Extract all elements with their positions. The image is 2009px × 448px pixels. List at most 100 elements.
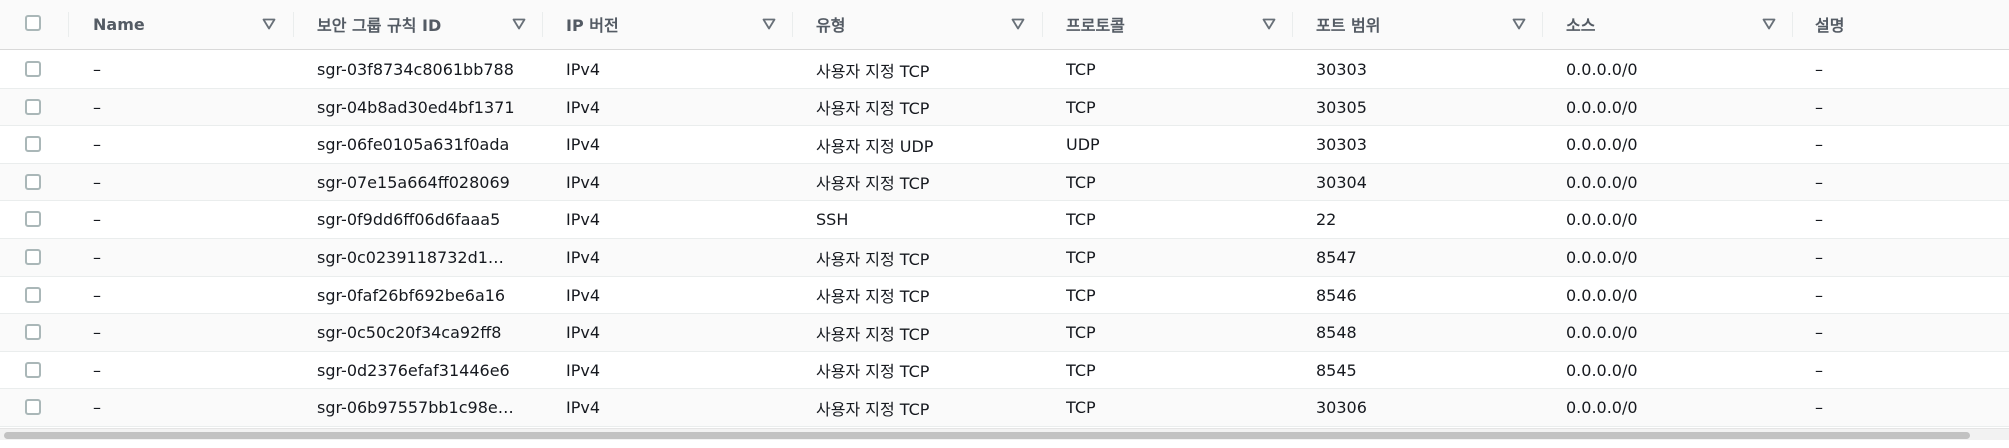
cell-rule-id: sgr-06b97557bb1c98e…: [317, 398, 514, 418]
column-divider[interactable]: [792, 12, 793, 37]
sort-caret-down-icon[interactable]: [262, 18, 276, 30]
cell-ip-version: IPv4: [566, 135, 601, 155]
column-header-label: 설명: [1815, 16, 1845, 35]
cell-source: 0.0.0.0/0: [1566, 210, 1638, 230]
cell-rule-id: sgr-03f8734c8061bb788: [317, 60, 514, 79]
table-row[interactable]: – sgr-06fe0105a631f0ada IPv4 사용자 지정 UDP UDP 3…: [0, 126, 2009, 164]
cell-type: 사용자 지정 TCP: [816, 61, 930, 81]
row-select-checkbox[interactable]: [25, 361, 41, 378]
cell-name: –: [93, 285, 101, 305]
table-row[interactable]: – sgr-06b97557bb1c98e… IPv4 사용자 지정 TCP TCP 30…: [0, 389, 2009, 427]
row-select-checkbox[interactable]: [25, 324, 41, 341]
column-header-source[interactable]: 소스: [1566, 0, 1595, 48]
column-header-port-range[interactable]: 포트 범위: [1316, 0, 1380, 48]
cell-name: –: [93, 398, 101, 418]
column-header-label: 포트 범위: [1316, 16, 1381, 35]
column-header-protocol[interactable]: 프로토콜: [1066, 0, 1125, 48]
column-header-ip-version[interactable]: IP 버전: [566, 0, 619, 48]
column-divider[interactable]: [1792, 12, 1793, 37]
cell-rule-id: sgr-0faf26bf692be6a16: [317, 285, 506, 305]
cell-protocol: TCP: [1066, 172, 1096, 192]
cell-type: 사용자 지정 TCP: [816, 399, 930, 419]
cell-protocol: TCP: [1066, 97, 1096, 117]
cell-rule-id: sgr-04b8ad30ed4bf1371: [317, 97, 515, 117]
cell-type: 사용자 지정 TCP: [816, 287, 930, 307]
select-all-checkbox[interactable]: [25, 15, 41, 31]
column-header-label: 보안 그룹 규칙 ID: [317, 16, 442, 35]
cell-source: 0.0.0.0/0: [1566, 360, 1638, 380]
table-header: Name 보안 그룹 규칙 ID IP 버전 유형 프로토콜 포트 범위 소스 설명: [0, 0, 2009, 50]
cell-description: –: [1815, 360, 1823, 380]
cell-source: 0.0.0.0/0: [1566, 323, 1638, 343]
column-divider[interactable]: [1292, 12, 1293, 37]
cell-port-range: 8546: [1316, 285, 1357, 305]
column-header-label: IP 버전: [566, 16, 619, 35]
table-row[interactable]: – sgr-03f8734c8061bb788 IPv4 사용자 지정 TCP TCP 3…: [0, 51, 2009, 89]
cell-description: –: [1815, 248, 1823, 267]
cell-description: –: [1815, 210, 1823, 230]
column-divider[interactable]: [293, 12, 294, 37]
security-group-rules-table: Name 보안 그룹 규칙 ID IP 버전 유형 프로토콜 포트 범위 소스 설명 – sgr…: [0, 0, 2009, 448]
table-row[interactable]: – sgr-0d2376efaf31446e6 IPv4 사용자 지정 TCP TCP 8…: [0, 352, 2009, 390]
table-row[interactable]: – sgr-07e15a664ff028069 IPv4 사용자 지정 TCP TCP 3…: [0, 163, 2009, 202]
sort-caret-down-icon[interactable]: [1262, 18, 1276, 30]
cell-ip-version: IPv4: [566, 210, 601, 230]
cell-name: –: [93, 60, 101, 79]
column-header-rule-id[interactable]: 보안 그룹 규칙 ID: [317, 0, 441, 48]
cell-protocol: TCP: [1066, 285, 1096, 305]
row-select-checkbox[interactable]: [25, 98, 41, 115]
row-select-checkbox[interactable]: [25, 61, 41, 77]
column-header-label: 프로토콜: [1066, 16, 1125, 35]
row-select-checkbox[interactable]: [25, 211, 41, 228]
cell-protocol: TCP: [1066, 248, 1096, 267]
table-row[interactable]: – sgr-0f9dd6ff06d6faaa5 IPv4 SSH TCP 22 0.0.0.…: [0, 201, 2009, 239]
column-divider[interactable]: [1042, 12, 1043, 37]
cell-rule-id: sgr-0f9dd6ff06d6faaa5: [317, 210, 501, 230]
column-header-name[interactable]: Name: [93, 0, 145, 48]
row-select-checkbox[interactable]: [25, 286, 41, 303]
cell-name: –: [93, 323, 101, 343]
column-divider[interactable]: [68, 12, 69, 37]
column-divider[interactable]: [1542, 12, 1543, 37]
cell-description: –: [1815, 172, 1823, 192]
cell-port-range: 30303: [1316, 135, 1367, 155]
table-row[interactable]: – sgr-0c0239118732d1… IPv4 사용자 지정 TCP TCP 854…: [0, 239, 2009, 277]
cell-type: 사용자 지정 UDP: [816, 136, 934, 156]
sort-caret-down-icon[interactable]: [762, 18, 776, 30]
cell-port-range: 8547: [1316, 248, 1357, 267]
sort-caret-down-icon[interactable]: [1011, 18, 1025, 30]
sort-caret-down-icon[interactable]: [1762, 18, 1776, 30]
table-row[interactable]: – sgr-0c50c20f34ca92ff8 IPv4 사용자 지정 TCP TCP 8…: [0, 314, 2009, 352]
row-select-checkbox[interactable]: [25, 399, 41, 416]
cell-port-range: 30306: [1316, 398, 1367, 418]
table-row[interactable]: – sgr-0faf26bf692be6a16 IPv4 사용자 지정 TCP TCP 8…: [0, 277, 2009, 315]
column-header-type[interactable]: 유형: [816, 0, 845, 48]
row-select-checkbox[interactable]: [25, 249, 41, 265]
cell-port-range: 8545: [1316, 360, 1357, 380]
sort-caret-down-icon[interactable]: [1512, 18, 1526, 30]
horizontal-scrollbar-thumb[interactable]: [4, 432, 1970, 439]
cell-rule-id: sgr-0c0239118732d1…: [317, 248, 504, 267]
cell-type: 사용자 지정 TCP: [816, 174, 930, 194]
cell-ip-version: IPv4: [566, 285, 601, 305]
cell-protocol: TCP: [1066, 323, 1096, 343]
cell-source: 0.0.0.0/0: [1566, 60, 1638, 79]
cell-port-range: 30303: [1316, 60, 1367, 79]
row-select-checkbox[interactable]: [25, 136, 41, 153]
cell-port-range: 30305: [1316, 97, 1367, 117]
cell-type: 사용자 지정 TCP: [816, 324, 930, 344]
cell-name: –: [93, 360, 101, 380]
cell-protocol: TCP: [1066, 60, 1096, 79]
table-row[interactable]: – sgr-04b8ad30ed4bf1371 IPv4 사용자 지정 TCP TCP 3…: [0, 88, 2009, 127]
sort-caret-down-icon[interactable]: [512, 18, 526, 30]
cell-ip-version: IPv4: [566, 360, 601, 380]
cell-source: 0.0.0.0/0: [1566, 398, 1638, 418]
cell-name: –: [93, 248, 101, 267]
cell-ip-version: IPv4: [566, 323, 601, 343]
cell-type: 사용자 지정 TCP: [816, 249, 930, 269]
row-select-checkbox[interactable]: [25, 173, 41, 190]
cell-rule-id: sgr-0c50c20f34ca92ff8: [317, 323, 502, 343]
column-divider[interactable]: [542, 12, 543, 37]
cell-rule-id: sgr-0d2376efaf31446e6: [317, 360, 510, 380]
column-header-label: 소스: [1566, 16, 1596, 35]
